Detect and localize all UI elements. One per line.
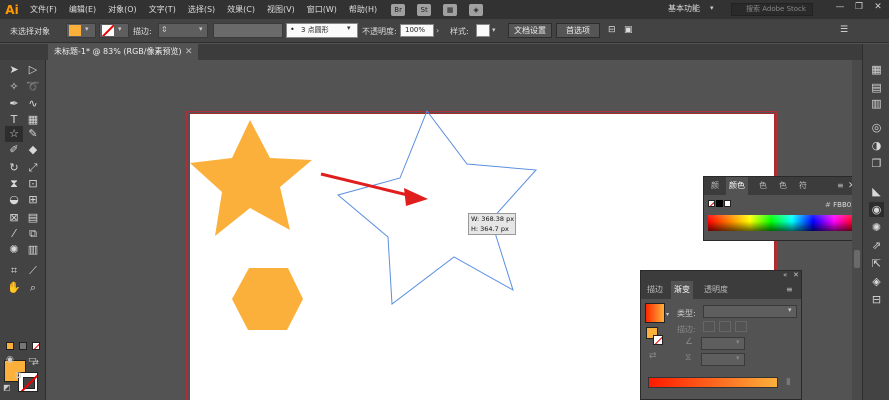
- angle-field[interactable]: ▾: [701, 337, 745, 350]
- annotation-arrowhead: [404, 188, 428, 206]
- properties-icon[interactable]: ▦: [869, 62, 884, 77]
- links-icon[interactable]: ✺: [869, 220, 884, 235]
- layers-icon[interactable]: ▤: [869, 80, 884, 95]
- artboards-icon[interactable]: ◈: [869, 274, 884, 289]
- color-spectrum[interactable]: [708, 215, 855, 231]
- black-swatch[interactable]: [716, 200, 723, 207]
- panel-menu-icon[interactable]: ≡: [783, 281, 796, 299]
- tab-swatches[interactable]: 色: [756, 177, 770, 195]
- panel-menu-icon[interactable]: ≡: [834, 177, 847, 195]
- gradient-icon[interactable]: ◣: [869, 184, 884, 199]
- chevron-down-icon: ▾: [788, 306, 792, 314]
- stroke-none-swatch[interactable]: [653, 335, 663, 345]
- angle-icon: ∠: [685, 337, 694, 347]
- star-outline-preview: [336, 109, 538, 305]
- aspect-ratio-field[interactable]: ▾: [701, 353, 745, 366]
- gradient-stroke-label: 描边:: [677, 325, 696, 334]
- gradient-panel: « ✕ 描边 渐变 透明度 ≡ ▾ 类型: ▾ 描边: ∠ ▾ ⇄ ⧖ ▾ ▮: [640, 270, 802, 400]
- appearance-icon[interactable]: ◎: [869, 120, 884, 135]
- none-swatch[interactable]: [708, 200, 715, 207]
- gradient-preview-swatch[interactable]: [645, 303, 665, 323]
- close-panel-icon[interactable]: ✕: [793, 271, 799, 279]
- reverse-gradient-icon[interactable]: ⇄: [649, 351, 657, 361]
- libraries-icon[interactable]: ▥: [869, 96, 884, 111]
- tab-transparency[interactable]: 透明度: [701, 281, 731, 299]
- tab-brushes[interactable]: 色: [776, 177, 790, 195]
- tab-gradient[interactable]: 渐变: [671, 281, 693, 299]
- stroke-gradient-option-2[interactable]: [719, 321, 731, 332]
- tab-color[interactable]: 颜色: [726, 177, 748, 195]
- gradient-type-dropdown[interactable]: ▾: [703, 305, 797, 318]
- chevron-down-icon: ▾: [736, 338, 740, 346]
- graphic-styles-icon[interactable]: ❐: [869, 156, 884, 171]
- annotation-arrow: [320, 172, 417, 199]
- white-swatch[interactable]: [724, 200, 731, 207]
- export-icon[interactable]: ⇗: [869, 238, 884, 253]
- gradient-type-label: 类型:: [677, 309, 696, 318]
- aspect-ratio-icon: ⧖: [685, 353, 692, 363]
- transparency-icon[interactable]: ◑: [869, 138, 884, 153]
- stroke-gradient-option-3[interactable]: [735, 321, 747, 332]
- gradient-slider[interactable]: [648, 377, 778, 388]
- orange-hexagon[interactable]: [232, 268, 303, 330]
- tab-color-guide[interactable]: 颜: [708, 177, 722, 195]
- chevron-down-icon: ▾: [736, 354, 740, 362]
- chevron-down-icon[interactable]: ▾: [666, 311, 669, 318]
- align-icon[interactable]: ⊟: [869, 292, 884, 307]
- collapse-panel-icon[interactable]: «: [783, 271, 787, 279]
- vertical-scrollbar[interactable]: [852, 60, 862, 400]
- dimension-tooltip: W: 368.38 px H: 364.7 px: [468, 213, 516, 235]
- delete-stop-icon[interactable]: ▮: [786, 377, 791, 387]
- stroke-gradient-option-1[interactable]: [703, 321, 715, 332]
- transform-icon[interactable]: ⇱: [869, 256, 884, 271]
- tab-symbols[interactable]: 符: [796, 177, 810, 195]
- panel-dock: ▦ ▤ ▥ ◎ ◑ ❐ ◣ ◉ ✺ ⇗ ⇱ ◈ ⊟: [862, 44, 889, 400]
- scrollbar-thumb[interactable]: [854, 250, 860, 268]
- stroke-icon[interactable]: ◉: [869, 202, 884, 217]
- tab-stroke[interactable]: 描边: [644, 281, 666, 299]
- tooltip-height: H: 364.7 px: [471, 225, 509, 233]
- orange-star[interactable]: [190, 120, 312, 236]
- tooltip-width: W: 368.38 px: [471, 215, 515, 223]
